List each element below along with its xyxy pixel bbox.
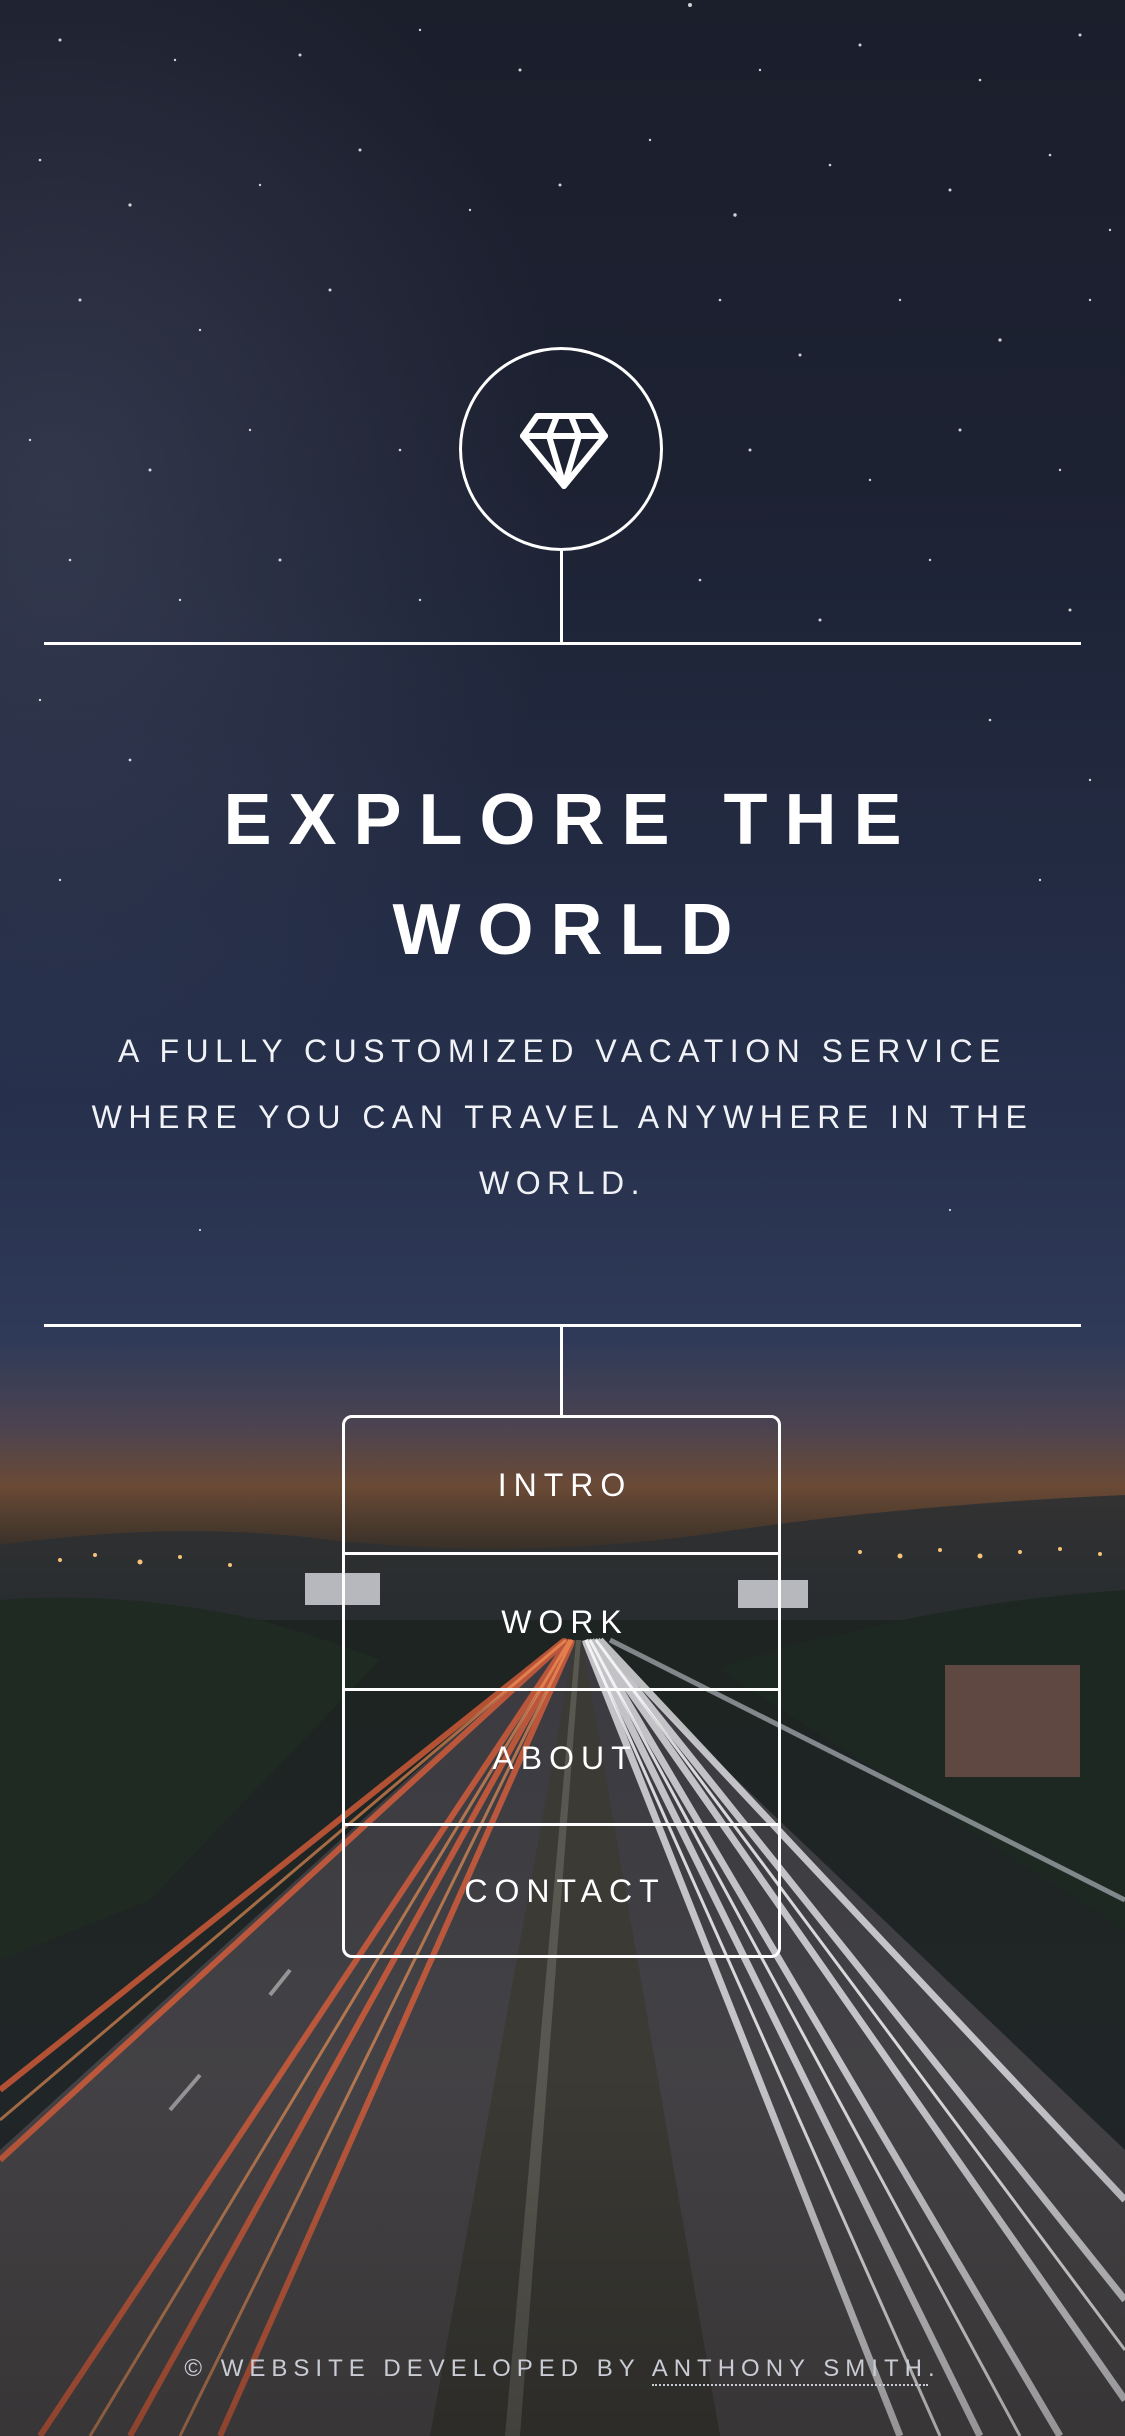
- diamond-icon: [520, 413, 608, 489]
- hero-subtitle-line3: WORLD.: [479, 1165, 646, 1201]
- footer-credit-text: © WEBSITE DEVELOPED BY: [184, 2355, 641, 2382]
- footer-author-link[interactable]: ANTHONY SMITH: [651, 2355, 928, 2386]
- nav-item-about[interactable]: ABOUT: [345, 1691, 778, 1825]
- top-divider: [44, 642, 1081, 645]
- page: EXPLORE THE WORLD A FULLY CUSTOMIZED VAC…: [0, 0, 1125, 2436]
- nav-menu: INTRO WORK ABOUT CONTACT: [342, 1415, 781, 1958]
- hero-title-line1: EXPLORE THE: [223, 780, 919, 860]
- hero-subtitle: A FULLY CUSTOMIZED VACATION SERVICE WHER…: [80, 1018, 1045, 1216]
- hero-title: EXPLORE THE WORLD: [120, 765, 1005, 985]
- nav-item-intro[interactable]: INTRO: [345, 1418, 778, 1552]
- footer-period: .: [927, 2355, 941, 2382]
- menu-connector-line: [560, 1326, 563, 1416]
- hero-title-line2: WORLD: [392, 890, 750, 970]
- hero-subtitle-line2: WHERE YOU CAN TRAVEL ANYWHERE IN THE: [91, 1099, 1034, 1135]
- nav-item-contact[interactable]: CONTACT: [345, 1824, 778, 1958]
- nav-item-work[interactable]: WORK: [345, 1555, 778, 1689]
- logo[interactable]: [459, 347, 663, 551]
- footer: © WEBSITE DEVELOPED BY ANTHONY SMITH.: [0, 2355, 1125, 2386]
- hero-subtitle-line1: A FULLY CUSTOMIZED VACATION SERVICE: [118, 1033, 1007, 1069]
- logo-connector-line: [560, 551, 563, 643]
